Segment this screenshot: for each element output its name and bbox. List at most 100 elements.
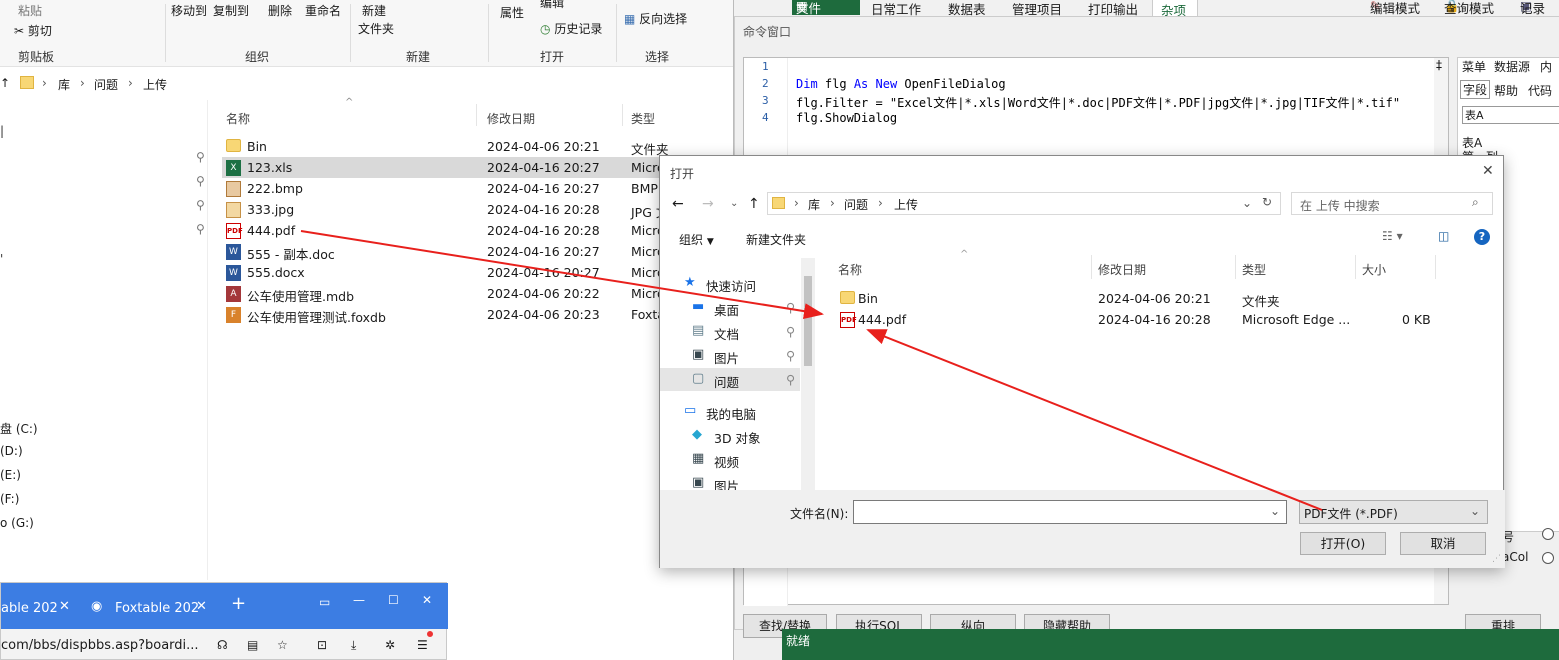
dialog-file-row[interactable]: Bin 2024-04-06 20:21 文件夹 <box>830 288 1500 309</box>
close-icon[interactable]: ✕ <box>59 599 70 614</box>
read-aloud-icon[interactable]: ☊ <box>217 638 228 652</box>
drive-d[interactable]: (D:) <box>0 444 23 458</box>
help-icon[interactable]: ? <box>1474 229 1490 245</box>
open-button[interactable]: 打开(O) <box>1300 532 1386 555</box>
properties-button[interactable]: 属性 <box>500 4 524 21</box>
side-tab-fields[interactable]: 字段 <box>1460 80 1491 99</box>
delete-button[interactable]: 删除 <box>268 2 292 19</box>
reader-view-icon[interactable]: ▤ <box>247 638 258 652</box>
breadcrumb-item[interactable]: 库 <box>808 196 820 213</box>
drive-f[interactable]: (F:) <box>0 492 19 506</box>
dialog-column-modified[interactable]: 修改日期 <box>1098 261 1146 278</box>
close-window-icon[interactable]: ✕ <box>422 593 432 607</box>
breadcrumb-item[interactable]: 上传 <box>143 76 167 93</box>
dialog-column-type[interactable]: 类型 <box>1242 261 1266 278</box>
nav-item[interactable]: ★ 快速访问 <box>660 272 800 295</box>
split-icon[interactable]: ‡ <box>1436 58 1442 72</box>
pin-icon[interactable]: ⚲ <box>196 150 205 164</box>
preview-pane-icon[interactable]: ◫ <box>1438 229 1449 243</box>
breadcrumb-item[interactable]: 问题 <box>94 76 118 93</box>
organize-button[interactable]: 组织 ▼ <box>679 231 714 248</box>
new-tab-icon[interactable]: + <box>231 593 246 614</box>
rename-button[interactable]: 重命名 <box>305 2 341 19</box>
pin-icon[interactable]: ⚲ <box>786 348 795 363</box>
extensions-icon[interactable]: ✲ <box>385 638 395 652</box>
side-tab[interactable]: 内 <box>1540 58 1552 75</box>
pin-icon[interactable]: ⚲ <box>786 300 795 315</box>
download-icon[interactable]: ⤓ <box>351 638 356 653</box>
cancel-button[interactable]: 取消 <box>1400 532 1486 555</box>
dialog-file-row[interactable]: PDF 444.pdf 2024-04-16 20:28 Microsoft E… <box>830 309 1500 330</box>
close-icon[interactable]: ✕ <box>1482 163 1494 179</box>
dialog-search-input[interactable]: 在 上传 中搜索 ⌕ <box>1291 192 1493 215</box>
table-select[interactable]: 表A <box>1462 106 1559 124</box>
view-options-icon[interactable]: ☷ ▾ <box>1382 229 1403 243</box>
nav-item[interactable]: ▬ 桌面 ⚲ <box>660 296 800 319</box>
dialog-address-bar[interactable]: › 库 › 问题 › 上传 ⌄ ↻ <box>767 192 1281 215</box>
pin-icon[interactable]: ⚲ <box>196 174 205 188</box>
dialog-column-name[interactable]: 名称 <box>838 261 862 278</box>
nav-item[interactable]: ▦ 视频 <box>660 448 800 471</box>
radio-button[interactable] <box>1542 552 1554 564</box>
nav-item[interactable]: ◆ 3D 对象 <box>660 424 800 447</box>
copy-to-button[interactable]: 复制到 <box>213 2 249 19</box>
breadcrumb-item[interactable]: 上传 <box>894 196 918 213</box>
recent-dropdown-icon[interactable]: ⌄ <box>730 198 738 209</box>
url-bar[interactable]: com/bbs/dispbbs.asp?boardi... <box>1 638 199 653</box>
side-tab[interactable]: 数据源 <box>1494 58 1530 75</box>
new-folder-button[interactable]: 新建文件夹 <box>746 231 806 248</box>
menu-icon[interactable]: ☰ <box>417 638 428 652</box>
browser-tab[interactable]: ◉ Foxtable 202 ✕ <box>83 585 216 629</box>
screenshot-icon[interactable]: ⊡ <box>317 638 327 652</box>
favorite-icon[interactable]: ☆ <box>277 638 288 652</box>
paste-button[interactable]: 粘贴 <box>18 2 42 19</box>
pin-icon[interactable]: ⚲ <box>196 198 205 212</box>
column-header-type[interactable]: 类型 <box>631 110 655 127</box>
forward-arrow-icon[interactable]: → <box>702 196 714 212</box>
file-row[interactable]: Bin 2024-04-06 20:21 文件夹 <box>222 136 735 157</box>
drive-e[interactable]: (E:) <box>0 468 21 482</box>
pin-icon[interactable]: ⚲ <box>196 222 205 236</box>
up-arrow-icon[interactable]: ↑ <box>0 76 10 90</box>
invert-selection-button[interactable]: ▦ 反向选择 <box>624 10 687 27</box>
side-tab[interactable]: 菜单 <box>1462 58 1486 75</box>
drive-c[interactable]: 盘 (C:) <box>0 420 38 437</box>
filename-input[interactable]: ⌄ <box>853 500 1287 524</box>
breadcrumb-item[interactable]: 库 <box>58 76 70 93</box>
resize-grip-icon[interactable]: ⋰ <box>1492 554 1501 564</box>
file-type-filter-select[interactable]: PDF文件 (*.PDF) ⌄ <box>1299 500 1488 524</box>
new-folder-button-line1[interactable]: 新建 <box>362 2 386 19</box>
pin-icon[interactable]: ⚲ <box>786 324 795 339</box>
up-arrow-icon[interactable]: ↑ <box>748 196 760 212</box>
column-header-name[interactable]: 名称 <box>226 110 250 127</box>
close-icon[interactable]: ✕ <box>196 599 207 614</box>
refresh-icon[interactable]: ↻ <box>1262 195 1272 209</box>
side-tab[interactable]: 代码 <box>1528 82 1552 99</box>
back-arrow-icon[interactable]: ← <box>672 196 684 212</box>
scrollbar-thumb[interactable] <box>804 276 812 366</box>
nav-scrollbar[interactable] <box>801 258 815 490</box>
address-bar[interactable]: ↑ › 库 › 问题 › 上传 <box>0 71 735 97</box>
history-button[interactable]: ◷ 历史记录 <box>540 20 602 37</box>
nav-item[interactable]: ▣ 图片 ⚲ <box>660 344 800 367</box>
drive-g[interactable]: o (G:) <box>0 516 34 530</box>
pin-icon[interactable]: ⚲ <box>786 372 795 387</box>
breadcrumb-item[interactable]: 问题 <box>844 196 868 213</box>
side-tab[interactable]: 帮助 <box>1494 82 1518 99</box>
cut-button[interactable]: ✂ 剪切 <box>14 22 52 39</box>
maximize-icon[interactable]: ☐ <box>388 593 399 607</box>
tab-actions-icon[interactable]: ▭ <box>319 595 330 609</box>
column-header-modified[interactable]: 修改日期 <box>487 110 535 127</box>
edit-button[interactable]: 编辑 <box>540 0 564 11</box>
nav-item[interactable]: ▢ 问题 ⚲ <box>660 368 800 391</box>
move-to-button[interactable]: 移动到 <box>171 2 207 19</box>
new-folder-button-line2[interactable]: 文件夹 <box>358 20 394 37</box>
browser-tab[interactable]: able 202 ✕ <box>1 585 79 629</box>
minimize-icon[interactable]: — <box>353 593 365 607</box>
radio-button[interactable] <box>1542 528 1554 540</box>
menu-file[interactable]: ▦ 文件 <box>792 0 860 16</box>
dialog-column-size[interactable]: 大小 <box>1362 261 1386 278</box>
chevron-down-icon[interactable]: ⌄ <box>1242 196 1252 210</box>
chevron-down-icon[interactable]: ⌄ <box>1270 504 1280 518</box>
nav-item[interactable]: ▤ 文档 ⚲ <box>660 320 800 343</box>
